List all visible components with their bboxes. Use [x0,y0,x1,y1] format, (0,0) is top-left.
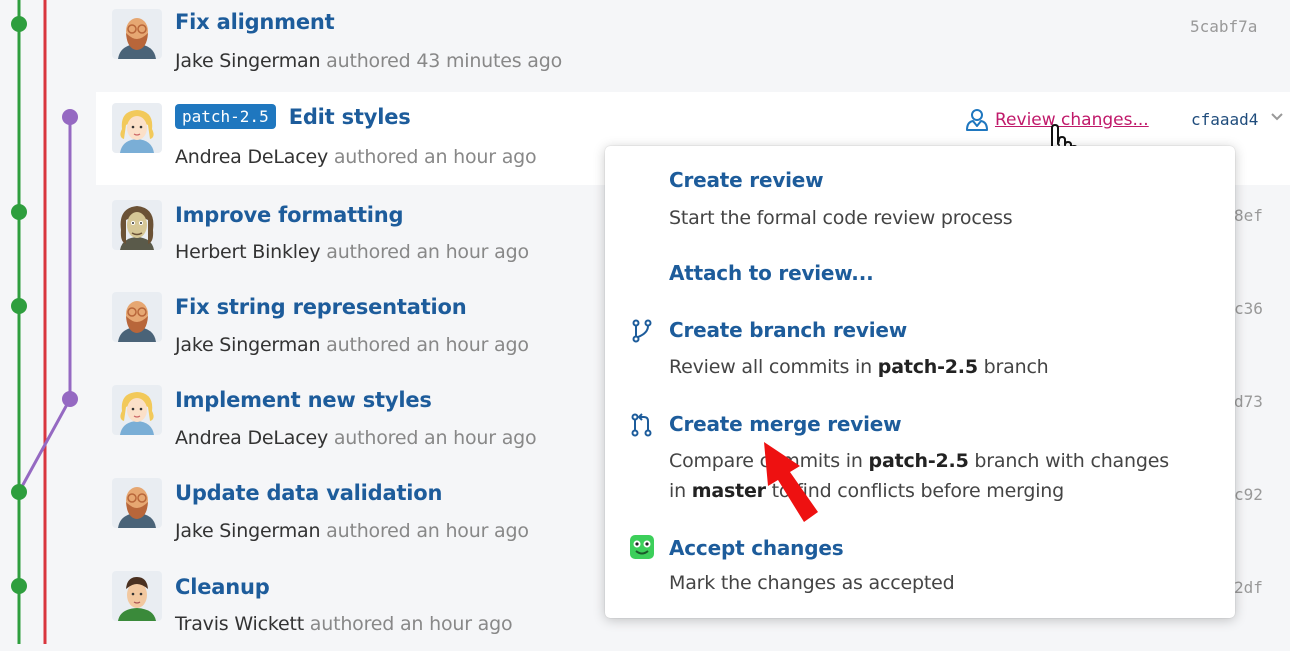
avatar [112,292,162,342]
merge-icon [631,413,652,437]
commit-hash[interactable]: d73 [1234,392,1263,411]
commit-hash[interactable]: c36 [1234,299,1263,318]
commit-title[interactable]: Fix alignment [175,10,335,34]
review-person-icon [966,109,988,131]
menu-item-create-review[interactable]: Create review Start the formal code revi… [605,146,1235,234]
menu-item-title[interactable]: Attach to review... [669,261,874,285]
author-name: Andrea DeLacey [175,146,328,168]
menu-item-desc: Mark the changes as accepted [669,572,955,594]
commit-meta: Andrea DeLacey authored an hour ago [175,146,537,168]
accept-face-icon [630,535,654,559]
commit-title[interactable]: Implement new styles [175,388,432,412]
commit-title[interactable]: Fix string representation [175,295,467,319]
commit-hash[interactable]: c92 [1234,485,1263,504]
commit-title[interactable]: Cleanup [175,575,270,599]
commit-title[interactable]: Edit styles [289,105,411,129]
commit-meta: Andrea DeLacey authored an hour ago [175,427,537,449]
branch-name: patch-2.5 [877,356,978,378]
avatar [112,103,162,153]
commit-row[interactable]: Fix alignment Jake Singerman authored 43… [96,0,1290,93]
branch-name: patch-2.5 [868,450,969,472]
chevron-down-icon[interactable] [1270,110,1284,124]
author-name: Jake Singerman [175,334,321,356]
menu-item-title[interactable]: Accept changes [669,536,844,560]
commit-meta: Jake Singerman authored 43 minutes ago [175,50,562,72]
commit-hash[interactable]: 5cabf7a [1190,17,1257,36]
annotation-arrow-icon [764,442,818,522]
commit-hash[interactable]: 2df [1234,578,1263,597]
menu-item-attach-review[interactable]: Attach to review... [605,246,1235,296]
commit-time: authored an hour ago [326,241,529,263]
menu-item-desc: Review all commits in patch-2.5 branch [669,356,1049,378]
menu-item-title[interactable]: Create branch review [669,318,907,342]
avatar [112,385,162,435]
menu-item-accept-changes[interactable]: Accept changes Mark the changes as accep… [605,524,1235,604]
review-dropdown-menu: Create review Start the formal code revi… [605,146,1235,618]
commit-meta: Travis Wickett authored an hour ago [175,613,513,635]
commit-time: authored an hour ago [326,334,529,356]
avatar [112,571,162,621]
commit-time: authored an hour ago [309,613,513,635]
commit-graph [11,0,78,644]
commit-meta: Jake Singerman authored an hour ago [175,334,529,356]
menu-item-desc: Start the formal code review process [669,207,1013,229]
author-name: Andrea DeLacey [175,427,328,449]
author-name: Travis Wickett [175,613,304,635]
branch-badge[interactable]: patch-2.5 [175,104,276,129]
menu-item-merge-review[interactable]: Create merge review Compare commits in p… [605,400,1235,510]
commit-time: authored an hour ago [333,427,537,449]
commit-hash[interactable]: 8ef [1234,206,1263,225]
author-name: Jake Singerman [175,520,321,542]
commit-meta: Jake Singerman authored an hour ago [175,520,529,542]
avatar [112,200,162,250]
menu-item-title[interactable]: Create merge review [669,412,902,436]
commit-meta: Herbert Binkley authored an hour ago [175,241,529,263]
commit-title[interactable]: Improve formatting [175,203,404,227]
commit-hash[interactable]: cfaaad4 [1191,110,1258,129]
author-name: Herbert Binkley [175,241,321,263]
avatar [112,478,162,528]
menu-item-title[interactable]: Create review [669,168,824,192]
menu-item-desc: Compare commits in patch-2.5 branch with… [669,450,1169,502]
branch-icon [632,319,652,343]
author-name: Jake Singerman [175,50,321,72]
commit-title[interactable]: Update data validation [175,481,442,505]
commit-time: authored an hour ago [326,520,529,542]
avatar [112,9,162,59]
menu-item-branch-review[interactable]: Create branch review Review all commits … [605,306,1235,386]
commit-time: authored an hour ago [333,146,537,168]
commit-time: authored 43 minutes ago [326,50,563,72]
